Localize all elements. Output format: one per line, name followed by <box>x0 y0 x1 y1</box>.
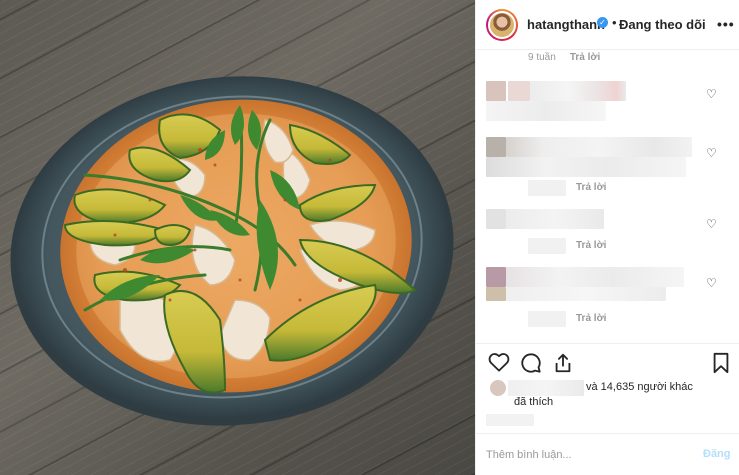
comment-meta: 9 tuần Trả lời <box>528 52 600 63</box>
comment-input[interactable] <box>486 444 686 466</box>
blurred-name <box>508 81 530 101</box>
reply-button[interactable]: Trả lời <box>570 52 600 63</box>
commenter-avatar[interactable] <box>486 137 506 157</box>
pizza-photo-illustration <box>10 76 454 426</box>
avatar-image <box>488 11 516 39</box>
blurred-comment <box>506 267 684 287</box>
header-separator: • <box>612 15 617 30</box>
blurred-time <box>528 311 566 327</box>
reply-button[interactable]: Trả lời <box>576 240 606 251</box>
bookmark-icon[interactable] <box>712 352 730 374</box>
comment-like-heart-icon[interactable]: ♡ <box>706 276 717 290</box>
reply-button[interactable]: Trả lời <box>576 313 606 324</box>
reply-label[interactable]: Trả lời <box>576 182 606 193</box>
blurred-comment <box>486 287 506 301</box>
blurred-comment <box>486 157 686 177</box>
post-comment-button[interactable]: Đăng <box>703 448 731 460</box>
add-comment-bar: Đăng <box>476 433 739 475</box>
commenter-avatar[interactable] <box>486 81 506 101</box>
author-avatar[interactable] <box>486 9 518 41</box>
comment-like-heart-icon[interactable]: ♡ <box>706 146 717 160</box>
blurred-time <box>528 238 566 254</box>
blurred-liker-name <box>508 380 584 396</box>
commenter-avatar[interactable] <box>486 209 506 229</box>
comment-icon[interactable] <box>520 352 542 374</box>
reply-label[interactable]: Trả lời <box>576 313 606 324</box>
commenter-avatar[interactable] <box>486 267 506 287</box>
blurred-time <box>528 180 566 196</box>
blurred-comment <box>506 287 666 301</box>
blurred-post-date <box>486 414 534 426</box>
blurred-comment <box>506 137 692 157</box>
following-button[interactable]: Đang theo dõi <box>619 17 706 32</box>
comment-time: 9 tuần <box>528 52 556 63</box>
comment-like-heart-icon[interactable]: ♡ <box>706 87 717 101</box>
post-side-panel: hatangthanh ✓ • Đang theo dõi ••• 9 tuần… <box>475 0 739 475</box>
heart-icon[interactable] <box>488 352 510 372</box>
verified-icon: ✓ <box>597 17 608 28</box>
comment-like-heart-icon[interactable]: ♡ <box>706 217 717 231</box>
reply-button[interactable]: Trả lời <box>576 182 606 193</box>
post-header: hatangthanh ✓ • Đang theo dõi ••• <box>476 0 739 50</box>
post-photo[interactable] <box>0 0 475 475</box>
liker-avatar[interactable] <box>490 380 506 396</box>
reply-label[interactable]: Trả lời <box>576 240 606 251</box>
blurred-comment <box>530 81 626 101</box>
blurred-comment <box>506 209 604 229</box>
liked-label: đã thích <box>514 396 554 408</box>
blurred-comment <box>486 101 606 121</box>
author-username[interactable]: hatangthanh <box>527 17 605 32</box>
share-icon[interactable] <box>552 352 574 374</box>
more-icon[interactable]: ••• <box>717 16 735 32</box>
comments-list[interactable]: 9 tuần Trả lời ♡ ♡ Trả lời ♡ Trả lời ♡ Tr… <box>476 51 739 343</box>
post-actions: và 14,635 người khác đã thích <box>476 343 739 433</box>
likes-count[interactable]: và 14,635 người khác <box>586 381 693 393</box>
